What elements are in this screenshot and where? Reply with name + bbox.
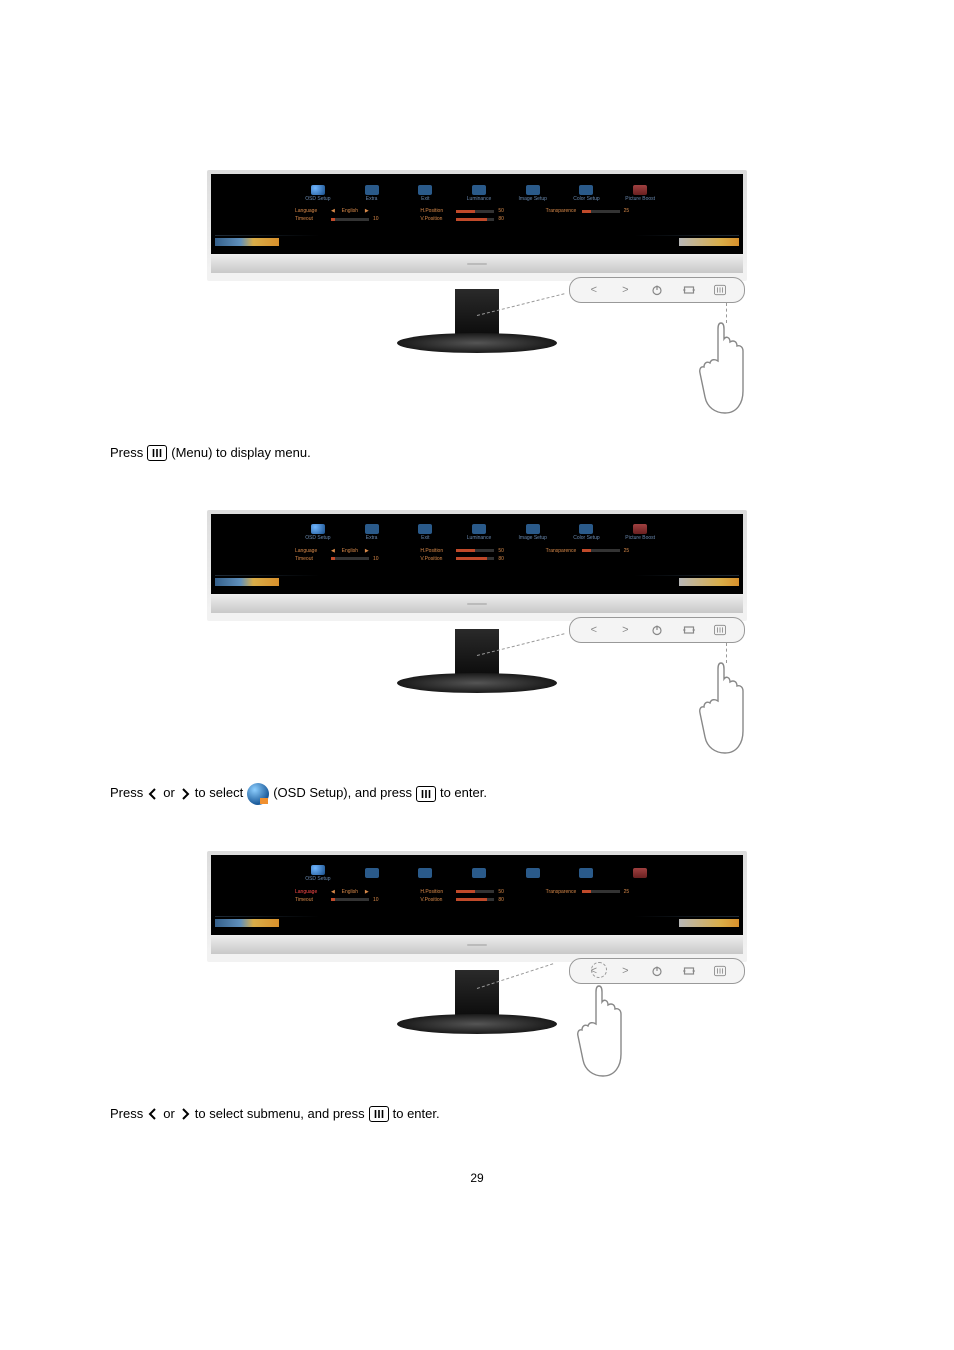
osd-menu: OSD Setup Language◀English▶ H.Position50… bbox=[295, 861, 663, 903]
osd-tab-image-setup: Image Setup bbox=[510, 524, 556, 541]
left-arrow-icon bbox=[147, 788, 159, 800]
auto-button-icon bbox=[682, 623, 696, 637]
auto-button-icon bbox=[682, 964, 696, 978]
instruction-1: Press (Menu) to display menu. bbox=[110, 443, 844, 464]
osd-tab-osd-setup: OSD Setup bbox=[295, 524, 341, 541]
pointing-hand-icon bbox=[571, 980, 631, 1080]
instruction-2: Press or to select (OSD Setup), and pres… bbox=[110, 783, 844, 805]
osd-row-language: Language◀English▶ bbox=[295, 889, 412, 895]
monitor-button-strip: < > bbox=[569, 617, 745, 643]
left-button-icon: < bbox=[587, 283, 601, 297]
right-arrow-icon bbox=[179, 1108, 191, 1120]
power-button-icon bbox=[650, 283, 664, 297]
osd-tab-osd-setup: OSD Setup bbox=[295, 185, 341, 202]
left-arrow-icon: ◀ bbox=[331, 208, 335, 214]
power-button-icon bbox=[650, 964, 664, 978]
osd-tab-color-setup: Color Setup bbox=[564, 524, 610, 541]
menu-button-icon bbox=[713, 964, 727, 978]
pointing-hand-icon bbox=[693, 317, 753, 417]
menu-icon bbox=[369, 1106, 389, 1122]
osd-tab-picture-boost: Picture Boost bbox=[617, 524, 663, 541]
right-arrow-icon bbox=[179, 788, 191, 800]
page-number: 29 bbox=[110, 1171, 844, 1185]
menu-button-icon bbox=[713, 623, 727, 637]
osd-tab-luminance bbox=[456, 868, 502, 879]
osd-tab-extra bbox=[349, 868, 395, 879]
osd-tab-extra: Extra bbox=[349, 524, 395, 541]
osd-tab-picture-boost bbox=[617, 868, 663, 879]
osd-tab-picture-boost: Picture Boost bbox=[617, 185, 663, 202]
menu-icon bbox=[147, 445, 167, 461]
osd-tab-luminance: Luminance bbox=[456, 185, 502, 202]
right-arrow-icon: ▶ bbox=[365, 208, 369, 214]
left-button-icon: < bbox=[587, 623, 601, 637]
osd-tab-exit: Exit bbox=[402, 524, 448, 541]
osd-tab-extra: Extra bbox=[349, 185, 395, 202]
osd-tab-color-setup: Color Setup bbox=[564, 185, 610, 202]
osd-tab-color-setup bbox=[564, 868, 610, 879]
osd-tab-exit bbox=[402, 868, 448, 879]
auto-button-icon bbox=[682, 283, 696, 297]
osd-menu: OSD Setup Extra Exit Luminance Image Set… bbox=[295, 180, 663, 222]
menu-icon bbox=[416, 786, 436, 802]
osd-row-timeout: Timeout 10 bbox=[295, 216, 412, 222]
instruction-3: Press or to select submenu, and press to… bbox=[110, 1104, 844, 1125]
monitor-figure-1: OSD Setup Extra Exit Luminance Image Set… bbox=[207, 170, 747, 427]
power-button-icon bbox=[650, 623, 664, 637]
right-button-icon: > bbox=[618, 964, 632, 978]
osd-menu: OSD Setup Extra Exit Luminance Image Set… bbox=[295, 520, 663, 562]
pointing-hand-icon bbox=[693, 657, 753, 757]
osd-row-hpos: H.Position 50 bbox=[420, 208, 537, 214]
monitor-button-strip: < > bbox=[569, 277, 745, 303]
right-button-icon: > bbox=[618, 283, 632, 297]
osd-tab-exit: Exit bbox=[402, 185, 448, 202]
right-button-icon: > bbox=[618, 623, 632, 637]
osd-tab-image-setup bbox=[510, 868, 556, 879]
menu-button-icon bbox=[713, 283, 727, 297]
osd-tab-image-setup: Image Setup bbox=[510, 185, 556, 202]
osd-tab-luminance: Luminance bbox=[456, 524, 502, 541]
osd-row-transparence: Transparence 25 bbox=[546, 208, 663, 214]
osd-tab-osd-setup: OSD Setup bbox=[295, 865, 341, 882]
osd-row-vpos: V.Position 80 bbox=[420, 216, 537, 222]
left-arrow-icon bbox=[147, 1108, 159, 1120]
osd-row-language: Language ◀ English ▶ bbox=[295, 208, 412, 214]
monitor-figure-2: OSD Setup Extra Exit Luminance Image Set… bbox=[207, 510, 747, 767]
monitor-figure-3: OSD Setup Language◀English▶ H.Position50… bbox=[207, 851, 747, 1088]
osd-setup-icon bbox=[247, 783, 269, 805]
